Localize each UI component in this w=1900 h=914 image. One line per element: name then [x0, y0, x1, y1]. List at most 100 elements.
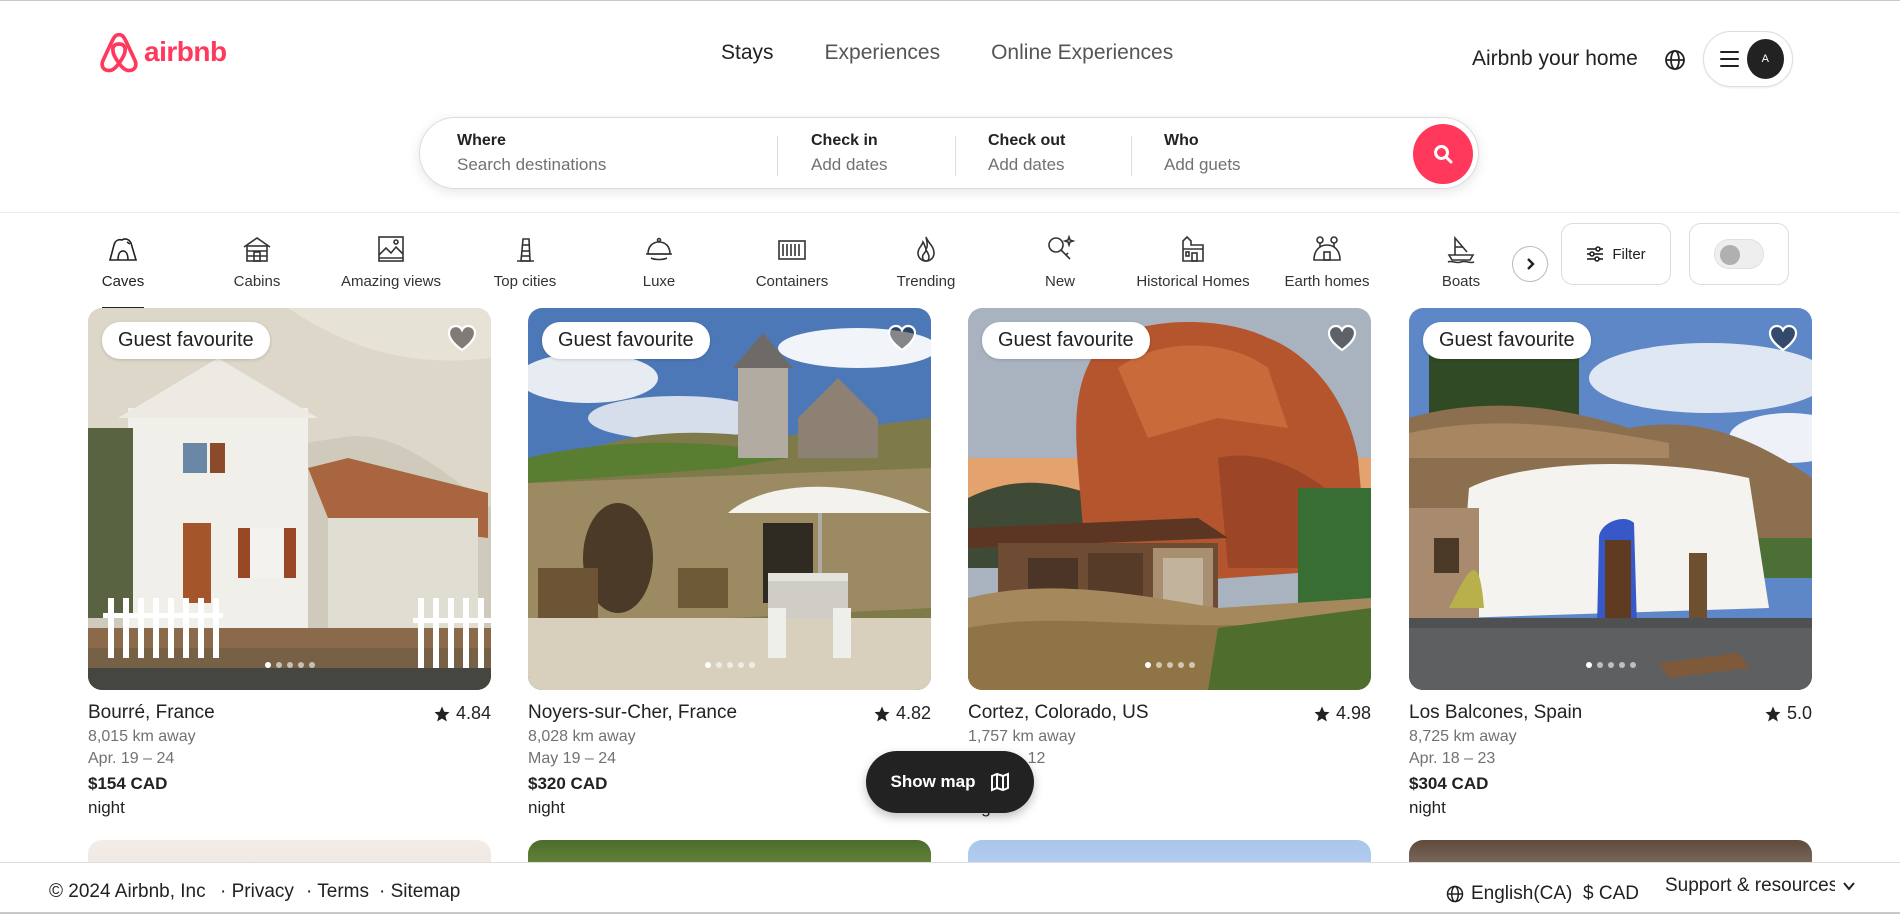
category-trending[interactable]: Trending	[859, 233, 993, 290]
category-cabins[interactable]: Cabins	[190, 233, 324, 290]
footer-link-sitemap[interactable]: · Sitemap	[379, 881, 460, 903]
check-out-value: Add dates	[988, 155, 1065, 174]
heart-icon[interactable]	[1327, 324, 1357, 352]
category-luxe[interactable]: Luxe	[592, 233, 726, 290]
who-label: Who	[1164, 132, 1199, 149]
star-icon	[434, 706, 450, 721]
who-value: Add guets	[1164, 155, 1241, 174]
check-in-value: Add dates	[811, 155, 888, 174]
photo-pagination-dots	[264, 662, 315, 668]
category-top-cities[interactable]: Top cities	[458, 233, 592, 290]
listing-rating: 5.0	[1764, 703, 1812, 724]
where-input[interactable]: Search destinations	[457, 155, 606, 175]
currency-selector[interactable]: $ CAD	[1583, 883, 1639, 905]
category-earth-homes[interactable]: Earth homes	[1260, 233, 1394, 290]
category-amazing-views[interactable]: Amazing views	[324, 233, 458, 290]
check-out-label: Check out	[988, 132, 1066, 149]
filter-button[interactable]: Filter	[1561, 223, 1671, 285]
category-label: Historical Homes	[1136, 273, 1250, 290]
category-new[interactable]: New	[993, 233, 1127, 290]
language-selector[interactable]: English(CA)	[1445, 883, 1572, 905]
listing-card[interactable]: Guest favourite Cortez, Colorado, US 4.9…	[968, 308, 1371, 818]
filter-sliders-icon	[1587, 246, 1604, 262]
airbnb-your-home-link[interactable]: Airbnb your home	[1472, 47, 1638, 71]
category-label: Containers	[755, 273, 829, 290]
rating-value: 4.84	[455, 703, 491, 723]
search-divider	[955, 136, 956, 176]
support-resources-menu[interactable]: Support & resources	[1665, 875, 1857, 897]
copyright-text: © 2024 Airbnb, Inc	[49, 881, 206, 902]
show-map-label: Show map	[890, 772, 976, 791]
listing-photo[interactable]: Guest favourite	[968, 308, 1371, 690]
container-icon	[778, 240, 806, 260]
star-icon	[874, 706, 890, 721]
airbnb-logo-icon	[100, 32, 138, 73]
tab-stays[interactable]: Stays	[721, 41, 774, 65]
footer-link-privacy[interactable]: · Privacy	[220, 881, 294, 903]
tab-online-experiences[interactable]: Online Experiences	[991, 41, 1173, 65]
filter-label: Filter	[1612, 245, 1646, 263]
listing-title: Noyers-sur-Cher, France	[528, 702, 738, 723]
flame-icon	[917, 236, 935, 262]
support-label: Support & resources	[1665, 875, 1835, 896]
listing-price-unit: night	[88, 798, 125, 817]
listing-price: $304 CAD	[1409, 774, 1489, 793]
listing-title: Los Balcones, Spain	[1409, 702, 1583, 723]
cave-house-photo	[88, 308, 491, 690]
listing-card[interactable]: Guest favourite Los Balcones, Spain 5.0 …	[1409, 308, 1812, 818]
rating-value: 5.0	[1786, 703, 1812, 723]
search-button[interactable]	[1413, 124, 1473, 184]
tab-experiences[interactable]: Experiences	[825, 41, 941, 65]
show-map-button[interactable]: Show map	[866, 751, 1034, 813]
listing-title: Cortez, Colorado, US	[968, 702, 1149, 723]
tower-icon	[517, 238, 534, 262]
chevron-down-icon	[1843, 882, 1855, 891]
category-caves[interactable]: Caves	[56, 233, 190, 290]
listing-price-unit: night	[968, 798, 1371, 818]
category-next-button[interactable]	[1512, 246, 1548, 282]
listing-photo[interactable]: Guest favourite	[88, 308, 491, 690]
check-in-label: Check in	[811, 132, 878, 149]
guest-favourite-badge: Guest favourite	[542, 322, 710, 359]
category-label: New	[1044, 273, 1075, 290]
listing-distance: 1,757 km away	[968, 728, 1076, 745]
listing-photo[interactable]: Guest favourite	[1409, 308, 1812, 690]
heart-icon[interactable]	[1768, 324, 1798, 352]
toggle-knob	[1720, 245, 1740, 265]
user-menu-button[interactable]: A	[1703, 31, 1793, 87]
listing-distance: 8,725 km away	[1409, 728, 1517, 745]
map-icon	[990, 772, 1009, 792]
heart-icon[interactable]	[447, 324, 477, 352]
bell-icon	[646, 237, 672, 261]
listing-photo[interactable]: Guest favourite	[528, 308, 931, 690]
listing-distance: 8,015 km away	[88, 728, 196, 745]
globe-icon[interactable]	[1663, 48, 1687, 72]
footer-link-terms[interactable]: · Terms	[306, 881, 369, 903]
listing-card[interactable]: Guest favourite Bourré, France 4.84 8,01…	[88, 308, 491, 818]
listing-distance: 8,028 km away	[528, 728, 636, 745]
globe-icon	[1446, 885, 1464, 903]
who-field[interactable]: Who Add guets	[1164, 132, 1241, 175]
earth-home-icon	[1313, 236, 1341, 261]
logo-text: airbnb	[144, 36, 227, 67]
listing-card[interactable]: Guest favourite Noyers-sur-Cher, France …	[528, 308, 931, 818]
guest-favourite-badge: Guest favourite	[1423, 322, 1591, 359]
search-icon	[1434, 145, 1453, 164]
photo-pagination-dots	[1144, 662, 1195, 668]
search-divider	[1131, 136, 1132, 176]
category-boats[interactable]: Boats	[1394, 233, 1528, 290]
check-out-field[interactable]: Check out Add dates	[988, 132, 1065, 175]
category-label: Cabins	[233, 273, 281, 290]
boat-icon	[1447, 235, 1475, 264]
category-historical-homes[interactable]: Historical Homes	[1126, 233, 1260, 290]
category-containers[interactable]: Containers	[725, 233, 859, 290]
photo-pagination-dots	[704, 662, 755, 668]
category-label: Caves	[101, 273, 145, 290]
display-total-toggle[interactable]	[1714, 239, 1764, 269]
listing-title: Bourré, France	[88, 702, 215, 723]
heart-icon[interactable]	[887, 324, 917, 352]
check-in-field[interactable]: Check in Add dates	[811, 132, 888, 175]
airbnb-logo[interactable]: airbnb	[99, 31, 227, 73]
where-field[interactable]: Where Search destinations	[457, 132, 606, 175]
category-label: Boats	[1441, 273, 1481, 290]
